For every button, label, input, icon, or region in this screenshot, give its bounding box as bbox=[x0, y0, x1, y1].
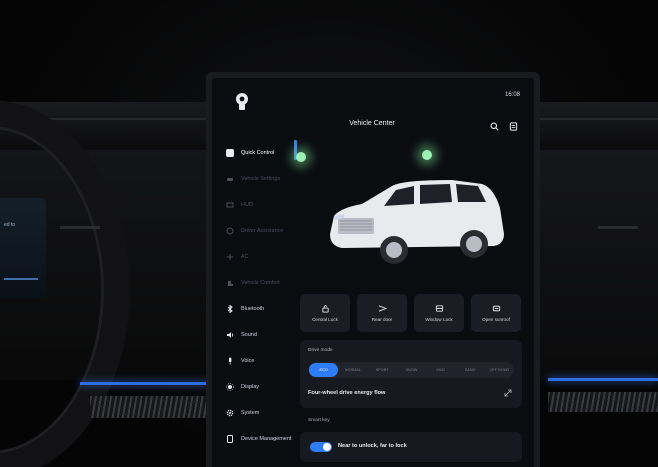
sidebar-item-label: Bluetooth bbox=[241, 306, 265, 312]
sidebar-item-device-management[interactable]: Device Management bbox=[226, 426, 294, 452]
expand-icon[interactable] bbox=[504, 389, 512, 397]
window-lock-icon bbox=[435, 305, 443, 312]
rear-door-button[interactable]: Rear door bbox=[357, 294, 407, 332]
button-label: Rear door bbox=[371, 317, 393, 322]
sidebar-item-label: Quick Control bbox=[241, 150, 275, 156]
dashboard-right bbox=[540, 150, 658, 380]
sidebar-item-label: Driver Assistance bbox=[241, 228, 284, 234]
drive-mode-card: Drive mode ECO NORMAL SPORT SNOW MUD SAN… bbox=[300, 340, 522, 408]
infotainment-bezel: 16:08 Vehicle Center Quick Control Vehic… bbox=[206, 72, 540, 467]
air-vent-left bbox=[90, 396, 210, 418]
drive-mode-off-road[interactable]: OFF ROAD bbox=[485, 368, 514, 372]
rear-door-icon bbox=[378, 305, 387, 312]
smart-key-card: Near to unlock, far to lock bbox=[300, 432, 522, 462]
quick-control-icon bbox=[226, 149, 234, 157]
sidebar-item-label: Voice bbox=[241, 358, 255, 364]
energy-flow-label[interactable]: Four-wheel drive energy flow bbox=[308, 390, 385, 396]
sidebar-item-label: Sound bbox=[241, 332, 257, 338]
sidebar-item-sound[interactable]: Sound bbox=[226, 322, 294, 348]
drive-mode-mud[interactable]: MUD bbox=[426, 368, 455, 372]
window-lock-button[interactable]: Window Lock bbox=[414, 294, 464, 332]
vehicle-settings-icon bbox=[226, 175, 234, 183]
search-icon[interactable] bbox=[490, 118, 499, 131]
central-lock-icon bbox=[321, 305, 329, 313]
smart-key-toggle[interactable] bbox=[310, 442, 332, 452]
drive-mode-title: Drive mode bbox=[308, 348, 333, 353]
dashboard-slot-right bbox=[598, 226, 638, 229]
dashboard-slot-left bbox=[60, 226, 100, 229]
sidebar-item-label: Device Management bbox=[241, 436, 292, 442]
system-icon bbox=[226, 409, 234, 417]
air-vent-right bbox=[548, 392, 658, 412]
vehicle-comfort-icon bbox=[226, 279, 234, 287]
page-title: Vehicle Center bbox=[349, 120, 395, 127]
settings-sidebar: Quick Control Vehicle Settings HUD Drive… bbox=[226, 140, 297, 452]
sidebar-item-hud[interactable]: HUD bbox=[226, 192, 294, 218]
drive-mode-sand[interactable]: SAND bbox=[455, 368, 484, 372]
sound-icon bbox=[226, 331, 234, 339]
open-sunroof-button[interactable]: Open sunroof bbox=[471, 294, 521, 332]
header-actions bbox=[490, 118, 518, 131]
sidebar-item-label: Vehicle Settings bbox=[241, 176, 281, 182]
bluetooth-icon bbox=[226, 305, 234, 313]
ambient-glow-left bbox=[296, 152, 306, 162]
sidebar-item-display[interactable]: Display bbox=[226, 374, 294, 400]
sidebar-item-bluetooth[interactable]: Bluetooth bbox=[226, 296, 294, 322]
drive-mode-sport[interactable]: SPORT bbox=[368, 368, 397, 372]
drive-mode-snow[interactable]: SNOW bbox=[397, 368, 426, 372]
infotainment-screen: 16:08 Vehicle Center Quick Control Vehic… bbox=[212, 78, 534, 467]
sidebar-item-ac[interactable]: AC bbox=[226, 244, 294, 270]
ac-icon bbox=[226, 253, 234, 261]
sidebar-item-vehicle-comfort[interactable]: Vehicle Comfort bbox=[226, 270, 294, 296]
drive-mode-eco[interactable]: ECO bbox=[309, 363, 339, 377]
brand-logo-icon bbox=[236, 93, 248, 110]
driver-assistance-icon bbox=[226, 227, 234, 235]
hud-icon bbox=[226, 201, 234, 209]
sidebar-item-label: System bbox=[241, 410, 260, 416]
drive-mode-selector: ECO NORMAL SPORT SNOW MUD SAND OFF ROAD bbox=[308, 362, 514, 378]
sidebar-item-label: Vehicle Comfort bbox=[241, 280, 280, 286]
button-label: Open sunroof bbox=[482, 317, 510, 322]
display-icon bbox=[226, 383, 234, 391]
sidebar-item-label: AC bbox=[241, 254, 249, 260]
sunroof-icon bbox=[492, 305, 500, 312]
button-label: Window Lock bbox=[425, 317, 453, 322]
smart-key-label: Smart key bbox=[308, 418, 330, 423]
sidebar-item-voice[interactable]: Voice bbox=[226, 348, 294, 374]
ambient-glow-right bbox=[422, 150, 432, 160]
ambient-light-right bbox=[548, 378, 658, 381]
sidebar-item-driver-assistance[interactable]: Driver Assistance bbox=[226, 218, 294, 244]
vehicle-illustration bbox=[330, 180, 504, 264]
device-management-icon bbox=[226, 435, 234, 443]
manual-icon[interactable] bbox=[509, 118, 518, 131]
ambient-light-left bbox=[80, 382, 210, 385]
sidebar-item-system[interactable]: System bbox=[226, 400, 294, 426]
central-lock-button[interactable]: Central Lock bbox=[300, 294, 350, 332]
button-label: Central Lock bbox=[312, 317, 338, 322]
sidebar-item-vehicle-settings[interactable]: Vehicle Settings bbox=[226, 166, 294, 192]
sidebar-item-label: HUD bbox=[241, 202, 253, 208]
drive-mode-normal[interactable]: NORMAL bbox=[338, 368, 367, 372]
voice-icon bbox=[226, 357, 234, 365]
sidebar-item-quick-control[interactable]: Quick Control bbox=[226, 140, 297, 166]
sidebar-item-label: Display bbox=[241, 384, 260, 390]
smart-key-option: Near to unlock, far to lock bbox=[338, 443, 407, 449]
status-time: 16:08 bbox=[504, 92, 520, 98]
